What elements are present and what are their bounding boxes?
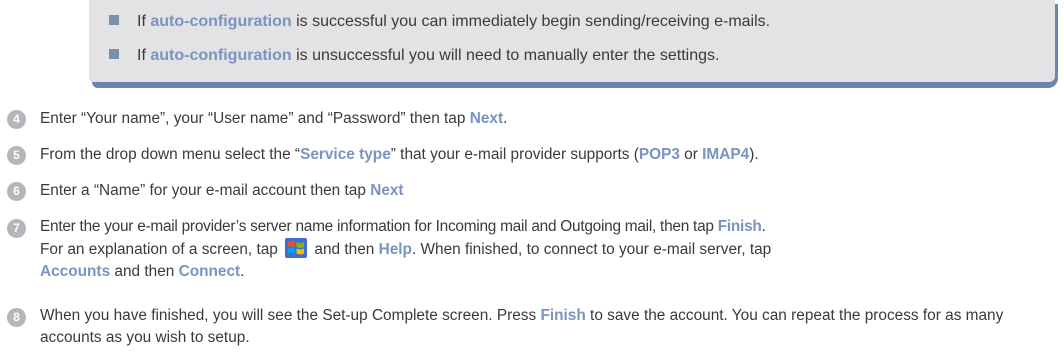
square-bullet-icon — [109, 15, 119, 25]
note-bullet-failure: If auto-configuration is unsuccessful yo… — [109, 46, 719, 66]
step-5-text: From the drop down menu select the “Serv… — [40, 146, 759, 163]
step-number-5: 5 — [7, 146, 26, 165]
windows-start-icon — [285, 238, 308, 258]
highlight-term: auto-configuration — [150, 13, 292, 30]
step-number-4: 4 — [7, 110, 26, 129]
square-bullet-icon — [109, 49, 119, 59]
step-4-text: Enter “Your name”, your “User name” and … — [40, 110, 508, 127]
step-6-text: Enter a “Name” for your e-mail account t… — [40, 182, 404, 199]
step-8-text: When you have finished, you will see the… — [40, 307, 1004, 346]
step-number-7: 7 — [7, 219, 26, 238]
step-number-6: 6 — [7, 182, 26, 201]
step-number-8: 8 — [7, 308, 26, 327]
highlight-term: auto-configuration — [150, 47, 292, 64]
step-7-text: Enter the your e-mail provider’s server … — [40, 218, 772, 280]
note-bullet-success: If auto-configuration is successful you … — [109, 12, 770, 32]
